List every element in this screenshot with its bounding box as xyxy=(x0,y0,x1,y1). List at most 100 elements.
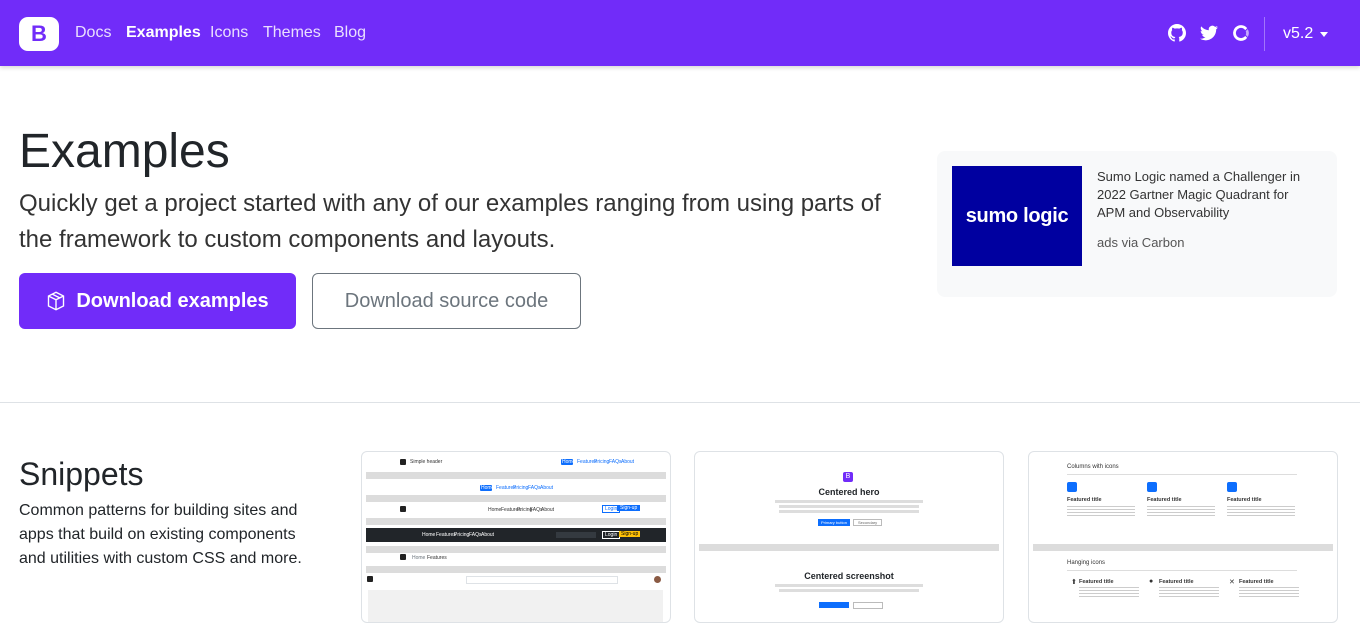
mini-divider xyxy=(366,546,666,553)
mini-hanging-feature-2: Featured title xyxy=(1159,579,1194,585)
mini-divider xyxy=(366,566,666,573)
page-lead: Quickly get a project started with any o… xyxy=(19,190,881,253)
mini-signup-button: Sign-up xyxy=(617,505,641,511)
ad-image[interactable]: sumo logic xyxy=(952,166,1082,266)
mini-hero-title-2: Centered screenshot xyxy=(804,571,894,581)
opencollective-icon[interactable] xyxy=(1232,24,1250,42)
download-examples-button[interactable]: Download examples xyxy=(19,273,296,329)
ad-text[interactable]: Sumo Logic named a Challenger in 2022 Ga… xyxy=(1097,168,1317,222)
mini-logo-icon xyxy=(400,459,406,465)
mini-feature-text xyxy=(1239,587,1299,599)
snippet-card-features[interactable]: Columns with icons Featured title Featur… xyxy=(1028,451,1338,623)
nav-icons[interactable]: Icons xyxy=(210,24,248,42)
snippets-description: Common patterns for building sites and a… xyxy=(19,502,302,567)
mini-divider xyxy=(1033,544,1333,551)
mini-dark-pricing: Pricing xyxy=(454,532,470,538)
mini-hero-title: Centered hero xyxy=(818,487,880,497)
mini-nav-home-2: Home xyxy=(481,485,495,491)
mini-nav-faqs-2: FAQs xyxy=(528,485,541,491)
mini-rule xyxy=(1067,474,1297,475)
mini-hanging-feature-3: Featured title xyxy=(1239,579,1274,585)
mini-divider xyxy=(366,495,666,502)
mini-secondary-button: Secondary xyxy=(853,519,883,526)
mini-hanging-icon-2: ● xyxy=(1149,578,1154,585)
ad-attribution[interactable]: ads via Carbon xyxy=(1097,235,1184,250)
version-dropdown[interactable]: v5.2 xyxy=(1283,25,1313,43)
mini-text-line xyxy=(775,584,923,587)
section-divider xyxy=(0,402,1360,403)
mini-dark-navbar: Home Features Pricing FAQs About Login S… xyxy=(366,528,666,542)
mini-hanging-feature-1: Featured title xyxy=(1079,579,1114,585)
mini-logo-icon xyxy=(400,506,406,512)
nav-blog[interactable]: Blog xyxy=(334,24,366,42)
mini-dark-faqs: FAQs xyxy=(469,532,482,538)
mini-divider xyxy=(366,518,666,525)
mini-dark-signup: Sign-up xyxy=(619,531,641,537)
chevron-down-icon[interactable] xyxy=(1320,32,1328,37)
mini-text-line xyxy=(779,510,919,513)
mini-feature-icon xyxy=(1067,482,1077,492)
mini-feature-title-1: Featured title xyxy=(1067,497,1102,503)
mini-nav-home-3: Home xyxy=(488,507,502,513)
card-header-title: Simple header xyxy=(410,459,443,465)
mini-content xyxy=(368,590,663,622)
mini-nav-home-4: Home xyxy=(412,555,426,561)
mini-avatar xyxy=(654,576,661,583)
mini-search-input xyxy=(466,576,618,584)
twitter-icon[interactable] xyxy=(1200,24,1218,42)
snippet-card-heroes[interactable]: B Centered hero Primary button Secondary… xyxy=(694,451,1004,623)
mini-nav-faqs: FAQs xyxy=(609,459,622,465)
mini-dark-about: About xyxy=(481,532,495,538)
mini-dark-login: Login xyxy=(602,531,621,539)
mini-dark-home: Home xyxy=(422,532,436,538)
nav-themes[interactable]: Themes xyxy=(263,24,321,42)
mini-feature-text xyxy=(1159,587,1219,599)
mini-feature-text xyxy=(1067,506,1135,518)
mini-divider xyxy=(699,544,999,551)
mini-feature-text xyxy=(1079,587,1139,599)
mini-search xyxy=(556,532,596,538)
carbon-ad: sumo logic Sumo Logic named a Challenger… xyxy=(937,151,1337,297)
github-icon[interactable] xyxy=(1168,24,1186,42)
mini-primary-button: Primary button xyxy=(818,519,851,526)
mini-hanging-icon-3: ✕ xyxy=(1229,579,1235,586)
download-examples-label: Download examples xyxy=(76,289,269,312)
mini-features-title: Columns with icons xyxy=(1067,464,1119,470)
mini-secondary-button-2 xyxy=(853,602,883,609)
mini-feature-text xyxy=(1147,506,1215,518)
mini-feature-icon xyxy=(1227,482,1237,492)
mini-nav-about-3: About xyxy=(541,507,555,513)
navbar: B Docs Examples Icons Themes Blog v5.2 xyxy=(0,0,1360,66)
mini-dark-features: Features xyxy=(436,532,456,538)
mini-feature-title-2: Featured title xyxy=(1147,497,1182,503)
mini-bootstrap-logo: B xyxy=(843,472,853,482)
snippets-title: Snippets xyxy=(19,456,144,492)
snippet-card-headers[interactable]: Simple header Home Features Pricing FAQs… xyxy=(361,451,671,623)
bootstrap-logo[interactable]: B xyxy=(19,17,59,51)
mini-divider xyxy=(366,472,666,479)
navbar-divider xyxy=(1264,17,1265,51)
mini-text-line xyxy=(779,505,919,508)
page-title: Examples xyxy=(19,125,230,178)
mini-nav-pricing-2: Pricing xyxy=(513,485,529,491)
mini-rule xyxy=(1067,570,1297,571)
mini-logo-icon xyxy=(367,576,373,582)
mini-primary-button-2 xyxy=(819,602,849,608)
mini-nav-about: About xyxy=(621,459,635,465)
mini-hanging-title: Hanging icons xyxy=(1067,560,1106,566)
mini-feature-icon xyxy=(1147,482,1157,492)
box-icon xyxy=(48,291,65,311)
mini-nav-home: Home xyxy=(562,459,576,465)
mini-hanging-icon-1: ⬆ xyxy=(1071,579,1077,586)
mini-text-line xyxy=(775,500,923,503)
download-source-button[interactable]: Download source code xyxy=(312,273,581,329)
mini-feature-title-3: Featured title xyxy=(1227,497,1262,503)
mini-logo-icon xyxy=(400,554,406,560)
nav-examples[interactable]: Examples xyxy=(126,24,201,42)
nav-docs[interactable]: Docs xyxy=(75,24,111,42)
mini-nav-about-2: About xyxy=(540,485,554,491)
mini-nav-pricing: Pricing xyxy=(594,459,610,465)
mini-nav-features-4: Features xyxy=(427,555,447,561)
mini-feature-text xyxy=(1227,506,1295,518)
mini-text-line xyxy=(779,589,919,592)
